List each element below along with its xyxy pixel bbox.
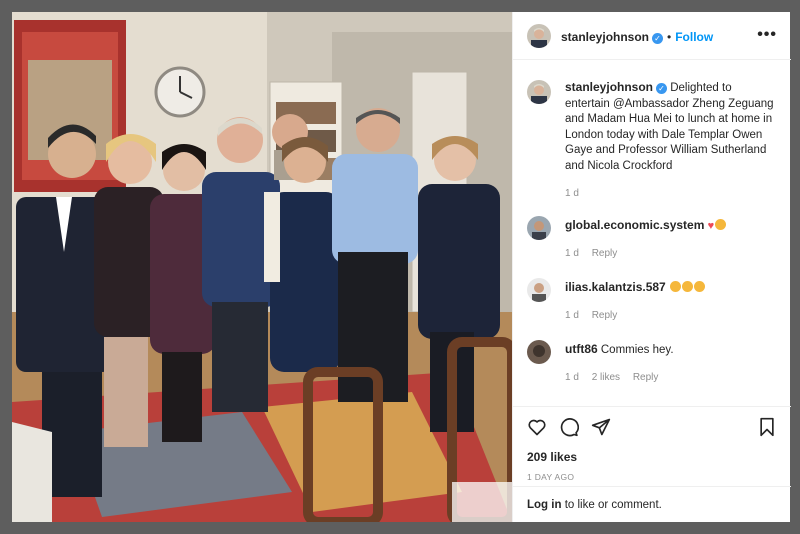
comment: global.economic.system ♥ 1 d Reply [565,218,779,261]
caption-username[interactable]: stanleyjohnson [565,80,653,94]
group-photo-illustration [12,12,512,522]
post-caption: stanleyjohnson ✓ Delighted to entertain @… [565,80,779,202]
caption-avatar-image [527,80,551,104]
comment-icon[interactable] [559,417,580,442]
comment-avatar[interactable] [527,278,551,302]
comment-text: Commies hey. [600,344,674,356]
like-count[interactable]: 209 likes [527,450,577,464]
post-sidebar: stanleyjohnson ✓ • Follow ••• stanleyjohnso… [512,12,791,522]
star-struck-emoji-icon [715,219,727,230]
author-avatar[interactable] [527,24,551,48]
bookmark-icon[interactable] [757,417,777,442]
comment-username[interactable]: utft86 [565,342,598,356]
verified-badge-icon: ✓ [652,33,664,44]
comment-icon-glyph [560,418,580,437]
login-link[interactable]: Log in [527,499,562,511]
heart-icon-glyph [528,419,546,436]
comment-meta: 1 d 2 likes Reply [565,370,779,385]
astonished-emoji-icon [693,281,705,292]
login-bar: Log in to like or comment. [513,486,791,522]
comment: ilias.kalantzis.587 1 d Reply [565,280,779,323]
red-heart-emoji-icon: ♥ [707,220,715,232]
share-icon-glyph [591,418,611,436]
comment-meta: 1 d Reply [565,308,779,323]
author-username[interactable]: stanleyjohnson [561,30,649,44]
caption-verified-badge-icon: ✓ [656,83,668,94]
comment-avatar[interactable] [527,340,551,364]
follow-button[interactable]: Follow [675,30,713,44]
comment-reply-button[interactable]: Reply [633,372,659,383]
header-row: stanleyjohnson ✓ • Follow [561,28,713,46]
share-icon[interactable] [591,417,611,442]
comment-avatar-image [527,340,551,364]
comment: utft86 Commies hey. 1 d 2 likes Reply [565,342,779,385]
author-avatar-image [527,24,551,48]
comment-avatar-image [527,216,551,240]
post-header: stanleyjohnson ✓ • Follow ••• [513,12,791,60]
comment-time[interactable]: 1 d [565,372,579,383]
comment-reply-button[interactable]: Reply [592,310,618,321]
comment-likes[interactable]: 2 likes [592,372,620,383]
caption-time[interactable]: 1 d [565,188,579,199]
comment-reply-button[interactable]: Reply [592,248,618,259]
login-prompt-text: to like or comment. [564,499,662,511]
header-separator: • [667,30,672,44]
astonished-emoji-icon [681,281,693,292]
comment-time[interactable]: 1 d [565,310,579,321]
comment-avatar[interactable] [527,216,551,240]
comment-username[interactable]: global.economic.system [565,218,704,232]
caption-meta: 1 d [565,186,779,202]
caption-text: Delighted to entertain @Ambassador Zheng… [565,82,774,172]
heart-icon[interactable] [527,417,547,442]
post-photo[interactable] [12,12,512,522]
bookmark-icon-glyph [760,417,774,437]
caption-avatar[interactable] [527,80,551,104]
comment-username[interactable]: ilias.kalantzis.587 [565,280,666,294]
post-age: 1 DAY AGO [527,472,575,482]
comment-time[interactable]: 1 d [565,248,579,259]
action-bar [513,406,791,446]
more-options-icon[interactable]: ••• [757,26,777,44]
astonished-emoji-icon [669,281,681,292]
comment-meta: 1 d Reply [565,246,779,261]
comment-avatar-image [527,278,551,302]
